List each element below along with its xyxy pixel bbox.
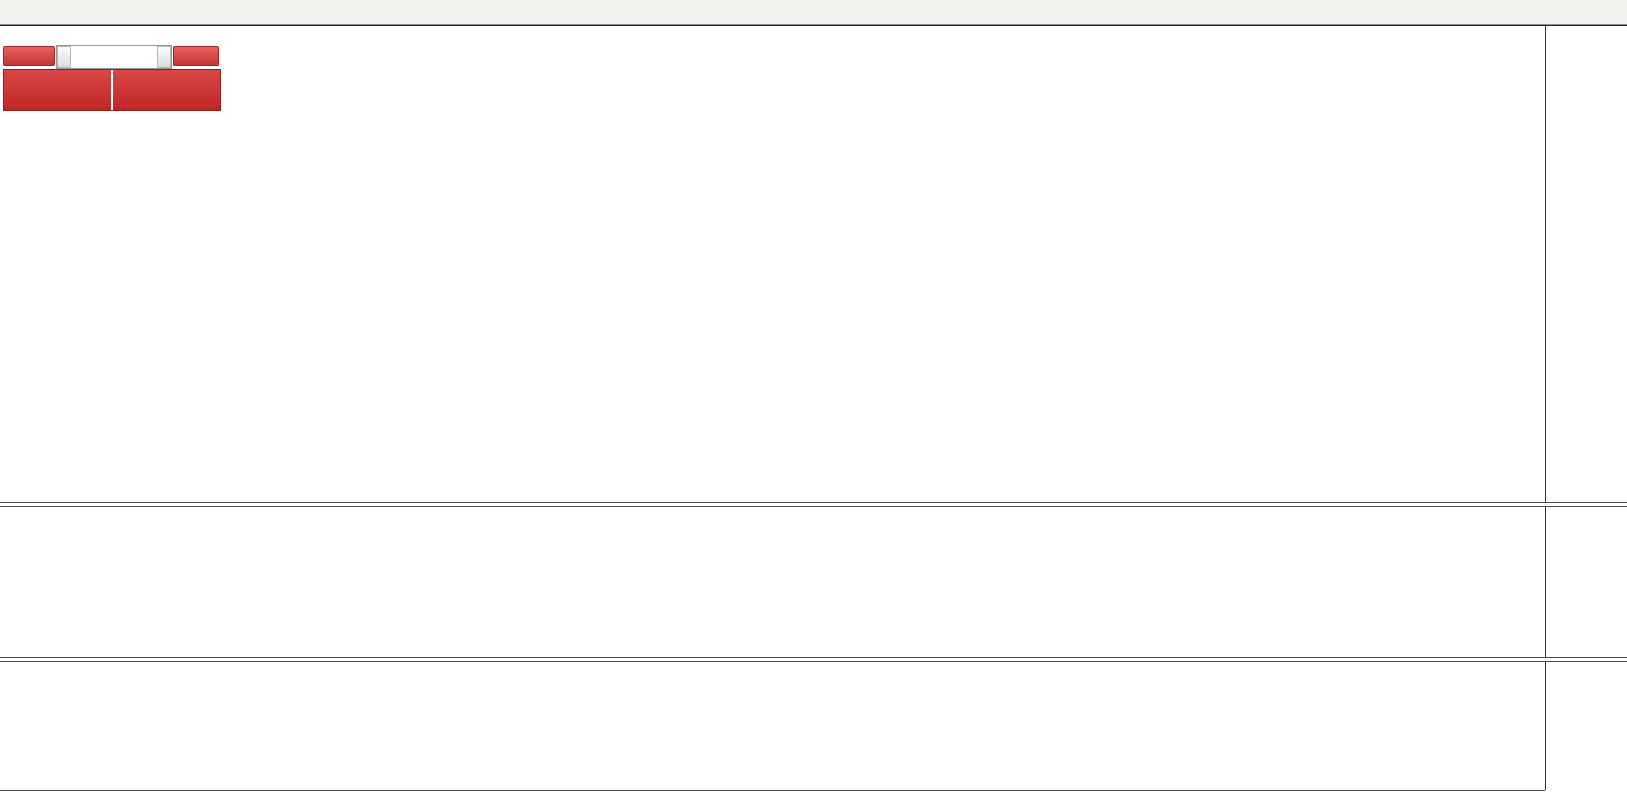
pane-splitter-macd[interactable]	[0, 502, 1627, 507]
main-chart-canvas[interactable]	[0, 26, 1545, 503]
time-axis[interactable]	[0, 790, 1545, 811]
chart-header	[7, 30, 18, 44]
toolbar	[0, 0, 1627, 25]
buy-price-display[interactable]	[113, 70, 220, 110]
volume-increase-button[interactable]	[157, 46, 171, 68]
macd-pane-canvas[interactable]	[0, 507, 1545, 657]
volume-stepper	[56, 45, 172, 69]
pane-splitter-rsi[interactable]	[0, 657, 1627, 662]
one-click-trade-panel	[3, 45, 221, 111]
volume-decrease-button[interactable]	[57, 46, 71, 68]
buy-button[interactable]	[173, 46, 219, 66]
sell-price-display[interactable]	[4, 70, 111, 110]
sell-button[interactable]	[3, 46, 55, 66]
rsi-pane-canvas[interactable]	[0, 662, 1545, 790]
chart-window	[0, 25, 1627, 811]
price-axis[interactable]	[1545, 26, 1627, 790]
